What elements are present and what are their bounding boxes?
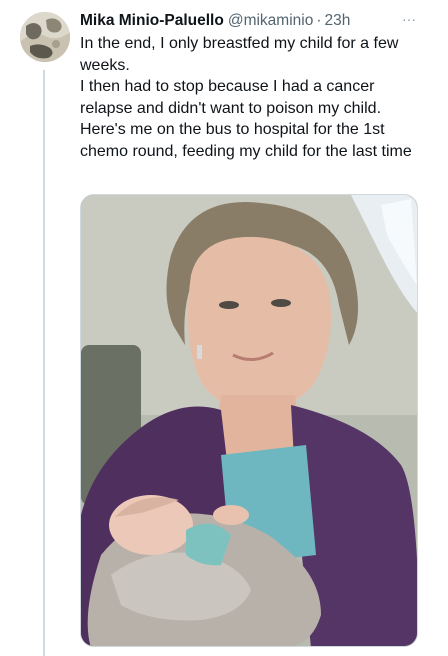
author-display-name[interactable]: Mika Minio-Paluello: [80, 12, 224, 30]
tweet-text-line: I then had to stop because I had a cance…: [80, 78, 412, 160]
tweet[interactable]: Mika Minio-Paluello @mikaminio · 23h ···…: [0, 0, 448, 656]
avatar[interactable]: [20, 12, 70, 62]
thread-line: [43, 70, 45, 656]
separator-dot: ·: [316, 12, 322, 29]
photo-illustration: [81, 195, 417, 646]
more-options-icon[interactable]: ···: [398, 9, 420, 29]
avatar-image: [20, 12, 70, 62]
tweet-text: In the end, I only breastfed my child fo…: [80, 33, 430, 162]
tweet-header: Mika Minio-Paluello @mikaminio · 23h: [80, 10, 436, 32]
tweet-photo[interactable]: [80, 194, 418, 647]
tweet-timestamp[interactable]: 23h: [325, 12, 351, 30]
tweet-text-line: In the end, I only breastfed my child fo…: [80, 35, 399, 74]
author-handle[interactable]: @mikaminio: [228, 12, 314, 30]
